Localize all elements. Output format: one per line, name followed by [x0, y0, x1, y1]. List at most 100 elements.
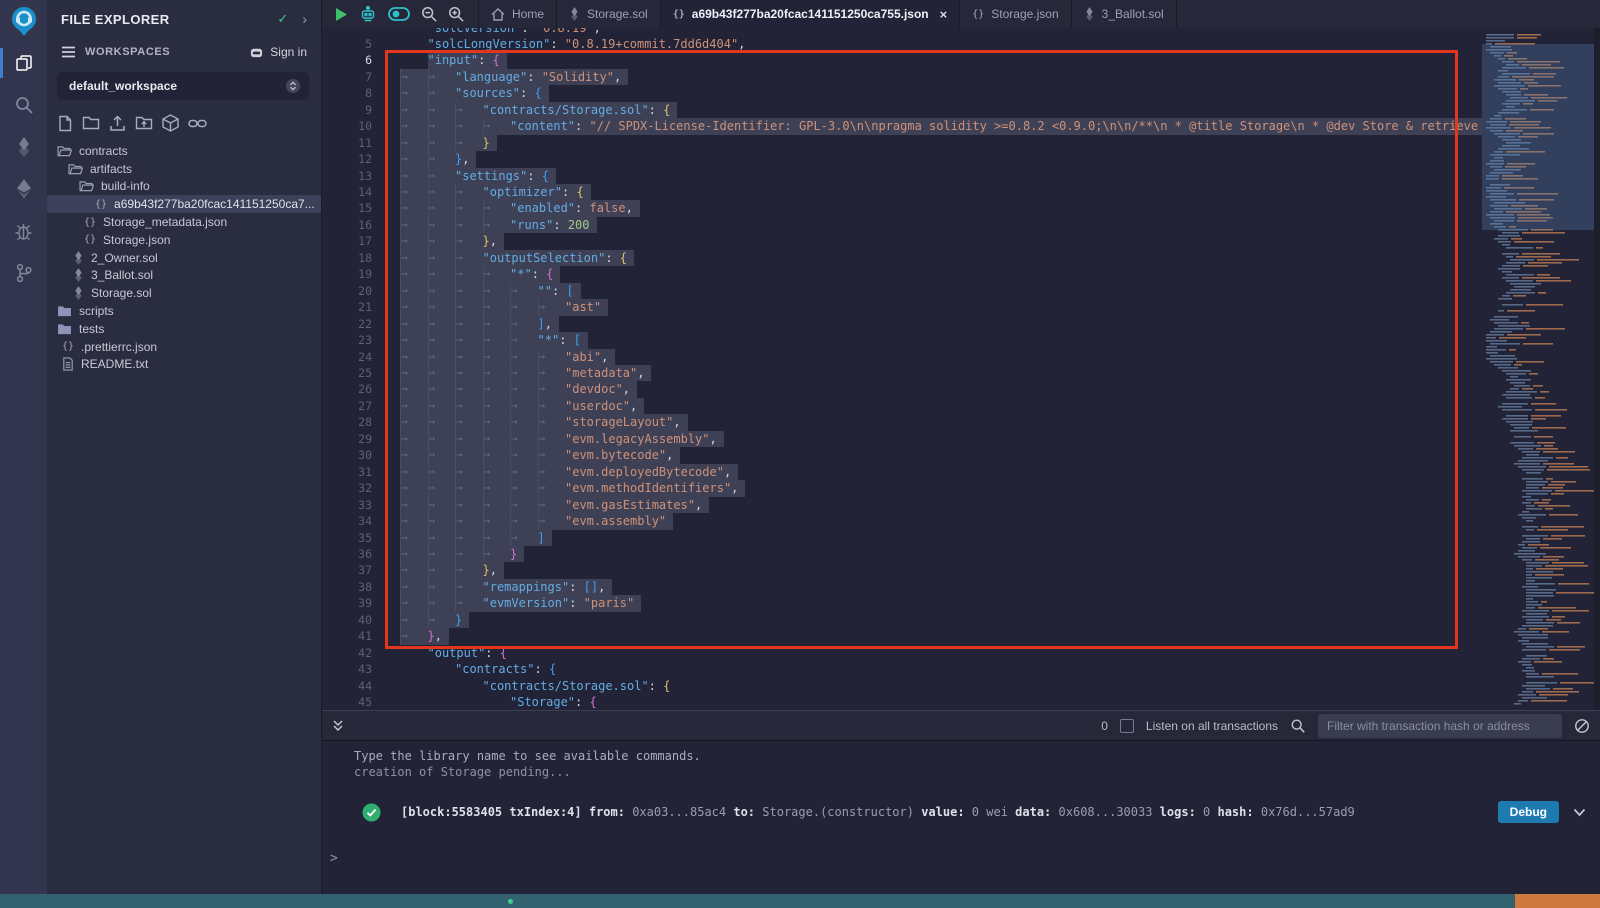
indent: →	[428, 184, 456, 200]
terminal-prompt[interactable]: >	[330, 851, 338, 866]
indent: →	[538, 497, 566, 513]
indent: →	[483, 480, 511, 496]
transaction-row[interactable]: [block:5583405 txIndex:4] from: 0xa03...…	[362, 801, 1586, 823]
code-line-29: 29→→→→→→"evm.legacyAssembly",	[322, 431, 1482, 447]
token: ,	[738, 37, 745, 51]
activity-item-deploy-run[interactable]	[0, 168, 47, 210]
code-editor[interactable]: "solcVersion": "0.8.19",5"solcLongVersio…	[322, 28, 1600, 710]
token: :	[575, 695, 589, 709]
zoom-in-icon[interactable]	[448, 6, 464, 22]
sign-in-button[interactable]: Sign in	[249, 45, 307, 59]
play-icon[interactable]	[334, 7, 348, 22]
tree-item-tests[interactable]: tests	[47, 320, 321, 338]
indent: →	[455, 447, 483, 463]
indent: →	[455, 513, 483, 529]
file-explorer-icon	[14, 53, 34, 73]
tree-item-storage-json[interactable]: {}Storage.json	[47, 231, 321, 249]
tab-a69b43f277ba20fcac141151250ca755-json[interactable]: {}a69b43f277ba20fcac141151250ca755.json×	[661, 0, 961, 28]
indent: →	[538, 464, 566, 480]
link-icon[interactable]	[188, 118, 207, 129]
code-text: "contracts/Storage.sol": {	[400, 678, 670, 694]
new-folder-icon[interactable]	[82, 115, 100, 131]
json-file-icon: {}	[972, 9, 984, 20]
indent: →	[510, 480, 538, 496]
indent: →	[428, 332, 456, 348]
line-number: 30	[322, 447, 372, 463]
box-icon[interactable]	[162, 114, 179, 132]
activity-item-file-explorer[interactable]	[0, 42, 47, 84]
token: ,	[695, 498, 702, 512]
chevron-down-icon[interactable]	[1573, 808, 1586, 817]
debug-button[interactable]: Debug	[1498, 801, 1559, 823]
terminal-toolbar: 0 Listen on all transactions	[322, 711, 1600, 741]
minimap[interactable]	[1482, 28, 1600, 710]
activity-item-debugger[interactable]	[0, 210, 47, 252]
indent: →	[455, 200, 483, 216]
token: "optimizer"	[483, 185, 562, 199]
minimap-viewport[interactable]	[1482, 44, 1594, 230]
token: ,	[666, 448, 673, 462]
tab-home[interactable]: Home	[478, 0, 557, 28]
code-text: →},	[400, 628, 449, 644]
upload-folder-icon[interactable]	[135, 115, 153, 131]
tree-item-a69b43f277ba20fcac141151250ca7-[interactable]: {}a69b43f277ba20fcac141151250ca7...	[47, 195, 321, 213]
line-number: 43	[322, 661, 372, 677]
token: "evm.assembly"	[565, 514, 666, 528]
indent: →	[483, 513, 511, 529]
hamburger-icon[interactable]	[61, 46, 76, 58]
indent: →	[455, 283, 483, 299]
toggle-icon[interactable]	[388, 7, 410, 21]
line-number: 34	[322, 513, 372, 529]
tree-item-3-ballot-sol[interactable]: 3_Ballot.sol	[47, 267, 321, 285]
tab-storage-sol[interactable]: Storage.sol	[557, 0, 661, 28]
activity-item-git[interactable]	[0, 252, 47, 294]
indent: →	[455, 365, 483, 381]
code-line-6: 6"input": {	[322, 52, 1482, 68]
code-text: →→→→→"*": [	[400, 332, 588, 348]
clear-console-icon[interactable]	[1574, 718, 1590, 734]
indent: →	[455, 480, 483, 496]
tree-item-2-owner-sol[interactable]: 2_Owner.sol	[47, 249, 321, 267]
line-number: 7	[322, 69, 372, 85]
tree-item-storage-metadata-json[interactable]: {}Storage_metadata.json	[47, 213, 321, 231]
updown-icon	[285, 78, 301, 94]
token: :	[569, 580, 583, 594]
indent: →	[400, 497, 428, 513]
zoom-out-icon[interactable]	[421, 6, 437, 22]
transaction-filter-input[interactable]	[1318, 714, 1562, 738]
selected-text: →→→→→→"storageLayout",	[400, 414, 688, 430]
indent: →	[483, 266, 511, 282]
tree-item-build-info[interactable]: build-info	[47, 178, 321, 196]
sol-icon	[73, 286, 84, 300]
upload-file-icon[interactable]	[109, 115, 126, 132]
token: ,	[490, 563, 497, 577]
token: "enabled"	[510, 201, 575, 215]
close-icon[interactable]: ×	[940, 7, 948, 22]
workspace-select[interactable]: default_workspace	[57, 72, 309, 100]
token: :	[575, 201, 589, 215]
activity-item-remix-logo[interactable]	[0, 0, 47, 42]
tree-item-readme-txt[interactable]: README.txt	[47, 356, 321, 374]
activity-item-search[interactable]	[0, 84, 47, 126]
tree-item--prettierrc-json[interactable]: {}.prettierrc.json	[47, 338, 321, 356]
tab-3-ballot-sol[interactable]: 3_Ballot.sol	[1072, 0, 1177, 28]
ai-robot-icon[interactable]	[359, 6, 377, 23]
token: ,	[598, 580, 605, 594]
new-file-icon[interactable]	[57, 115, 73, 132]
indent: →	[400, 233, 428, 249]
minimap-edge	[1594, 28, 1600, 710]
chevron-right-icon[interactable]: ›	[302, 11, 307, 27]
tree-item-contracts[interactable]: contracts	[47, 142, 321, 160]
json-icon: {}	[84, 234, 96, 245]
tree-item-artifacts[interactable]: artifacts	[47, 160, 321, 178]
tab-storage-json[interactable]: {}Storage.json	[960, 0, 1071, 28]
expand-terminal-icon[interactable]	[332, 719, 344, 733]
listen-all-checkbox[interactable]	[1120, 719, 1134, 733]
tree-item-scripts[interactable]: scripts	[47, 302, 321, 320]
line-number: 40	[322, 612, 372, 628]
token: ,	[626, 201, 633, 215]
line-number: 22	[322, 316, 372, 332]
activity-item-solidity-compiler[interactable]	[0, 126, 47, 168]
tree-item-storage-sol[interactable]: Storage.sol	[47, 284, 321, 302]
status-alert-segment[interactable]	[1515, 894, 1600, 908]
